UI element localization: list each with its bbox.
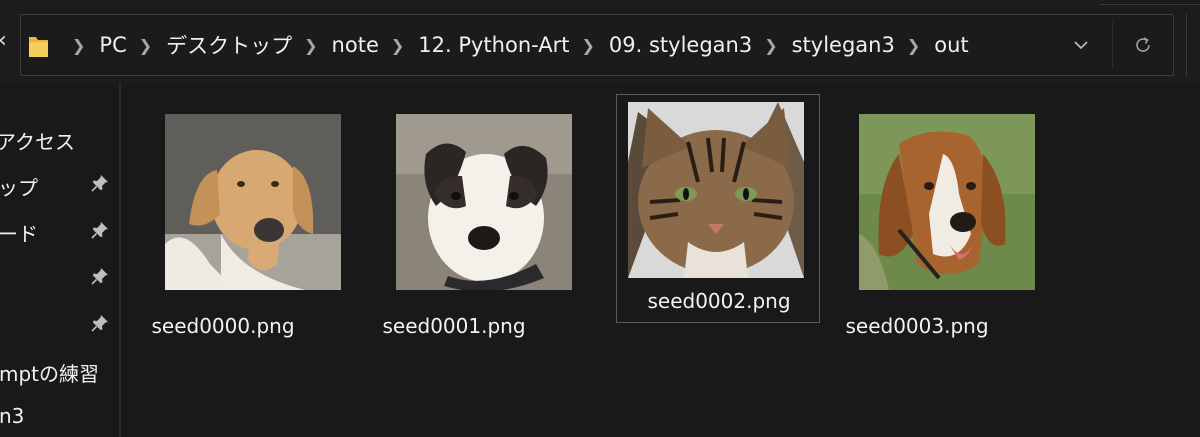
file-name: seed0003.png (845, 314, 989, 338)
breadcrumb-09-stylegan3[interactable]: 09. stylegan3 (609, 33, 752, 57)
file-name: seed0002.png (647, 289, 791, 313)
back-chevron-icon[interactable]: ‹ (0, 30, 7, 52)
toolbar-divider (1186, 14, 1187, 76)
chevron-right-icon[interactable]: ❯ (72, 36, 85, 55)
chevron-right-icon[interactable]: ❯ (581, 36, 594, 55)
file-list: seed0000.png seed0001.png seed0002.png s… (121, 82, 1200, 437)
dog-image (165, 114, 341, 290)
breadcrumb-desktop[interactable]: デスクトップ (166, 30, 292, 60)
cat-image (628, 102, 804, 278)
nav-item-label: ップ (0, 176, 38, 200)
refresh-button[interactable] (1128, 30, 1158, 60)
dog-image (396, 114, 572, 290)
address-divider (1112, 22, 1113, 68)
refresh-icon (1136, 37, 1150, 52)
chevron-right-icon[interactable]: ❯ (391, 36, 404, 55)
file-name: seed0001.png (382, 314, 526, 338)
breadcrumb-stylegan3[interactable]: stylegan3 (792, 33, 895, 57)
pin-icon (91, 222, 108, 239)
file-item[interactable]: seed0000.png (121, 94, 341, 338)
nav-item-stylegan3[interactable]: n3 (0, 396, 119, 436)
dog-image (859, 114, 1035, 290)
file-name: seed0000.png (151, 314, 295, 338)
file-item[interactable]: seed0003.png (815, 94, 1035, 338)
breadcrumb-pc[interactable]: PC (99, 33, 126, 57)
nav-item-label: n3 (0, 404, 25, 428)
nav-item-prompt-practice[interactable]: mptの練習 (0, 350, 119, 390)
nav-item-label: アクセス (0, 130, 75, 154)
breadcrumb-python-art[interactable]: 12. Python-Art (418, 33, 569, 57)
address-history-dropdown[interactable] (1066, 30, 1096, 60)
window-edge (1100, 4, 1200, 5)
nav-item-label: ード (0, 222, 38, 246)
breadcrumb: ❯ PC ❯ デスクトップ ❯ note ❯ 12. Python-Art ❯ … (60, 14, 969, 76)
pin-icon (91, 175, 108, 192)
file-item[interactable]: seed0001.png (352, 94, 572, 338)
folder-icon (29, 37, 48, 57)
nav-item-quick-access[interactable]: アクセス (0, 118, 119, 158)
file-item-selected[interactable]: seed0002.png (616, 94, 820, 323)
chevron-right-icon[interactable]: ❯ (304, 36, 317, 55)
breadcrumb-out[interactable]: out (934, 33, 968, 57)
pin-icon (91, 315, 108, 332)
breadcrumb-note[interactable]: note (332, 33, 379, 57)
chevron-right-icon[interactable]: ❯ (907, 36, 920, 55)
chevron-right-icon[interactable]: ❯ (764, 36, 777, 55)
nav-item-label: mptの練習 (0, 362, 100, 386)
chevron-down-icon (1074, 41, 1088, 50)
chevron-right-icon[interactable]: ❯ (139, 36, 152, 55)
pin-icon (91, 268, 108, 285)
